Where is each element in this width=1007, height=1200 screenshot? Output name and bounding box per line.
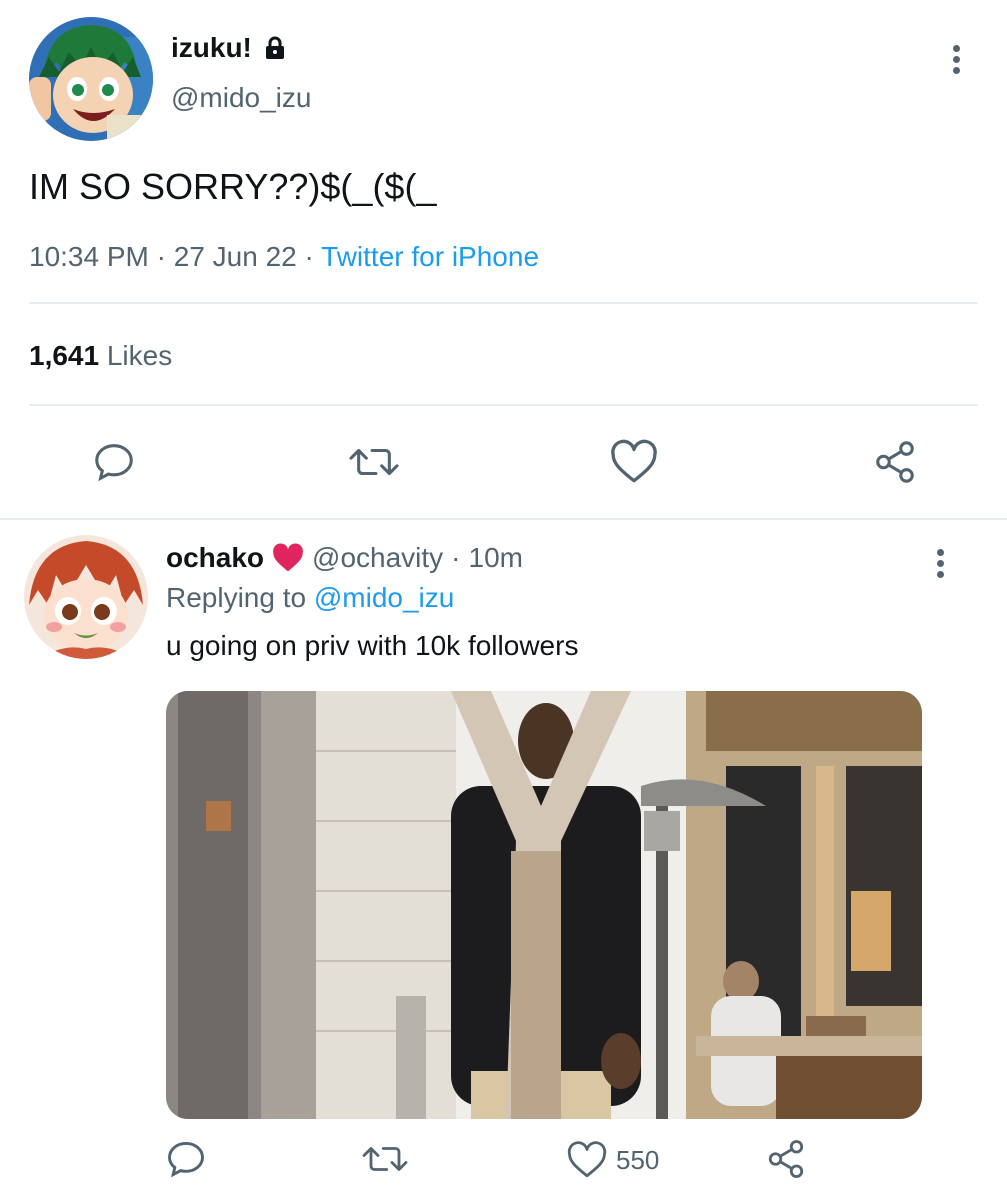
reply-handle[interactable]: @ochavity [312,542,443,574]
retweet-icon[interactable] [360,1138,410,1180]
reply-icon[interactable] [90,438,138,486]
share-icon[interactable] [764,1136,808,1182]
likes-label: Likes [106,340,173,371]
reply-text: u going on priv with 10k followers [166,630,579,661]
replying-to: Replying to @mido_izu [166,582,454,614]
like-button[interactable]: 550 [566,1138,659,1182]
reply-display-name[interactable]: ochako [166,542,264,574]
heart-emoji-icon [272,543,304,573]
main-tweet-text: IM SO SORRY??)$(_($(_ [29,166,437,207]
reply-time[interactable]: 10m [469,542,523,574]
replying-to-prefix: Replying to [166,582,307,613]
like-count: 550 [616,1144,660,1175]
like-icon[interactable] [608,438,660,486]
main-tweet-handle[interactable]: @mido_izu [171,82,311,114]
avatar-ochako-image [24,535,148,659]
divider [29,302,978,304]
likes-count: 1,641 [29,340,100,371]
main-tweet-meta: 10:34 PM · 27 Jun 22 · Twitter for iPhon… [29,241,539,273]
more-options-icon[interactable] [953,41,960,78]
more-options-icon[interactable] [937,545,944,582]
replying-to-handle[interactable]: @mido_izu [314,582,454,613]
section-divider [0,518,1007,520]
avatar-izuku[interactable] [29,17,153,141]
lock-icon [262,35,288,61]
reply-icon[interactable] [163,1136,209,1182]
reply-media-image[interactable] [166,691,922,1119]
main-tweet-display-name[interactable]: izuku! [171,32,252,64]
avatar-ochako[interactable] [24,535,148,659]
main-tweet-date[interactable]: 27 Jun 22 [174,241,297,272]
avatar-izuku-image [29,17,153,141]
meta-separator: · [451,542,461,573]
main-tweet-time: 10:34 PM [29,241,149,272]
likes-stat[interactable]: 1,641 Likes [29,340,172,372]
main-tweet-source[interactable]: Twitter for iPhone [321,241,539,272]
like-icon [566,1140,608,1180]
meta-separator: · [156,241,166,272]
divider [29,404,978,406]
meta-separator: · [304,241,314,272]
share-icon[interactable] [870,438,920,486]
retweet-icon[interactable] [346,438,402,486]
